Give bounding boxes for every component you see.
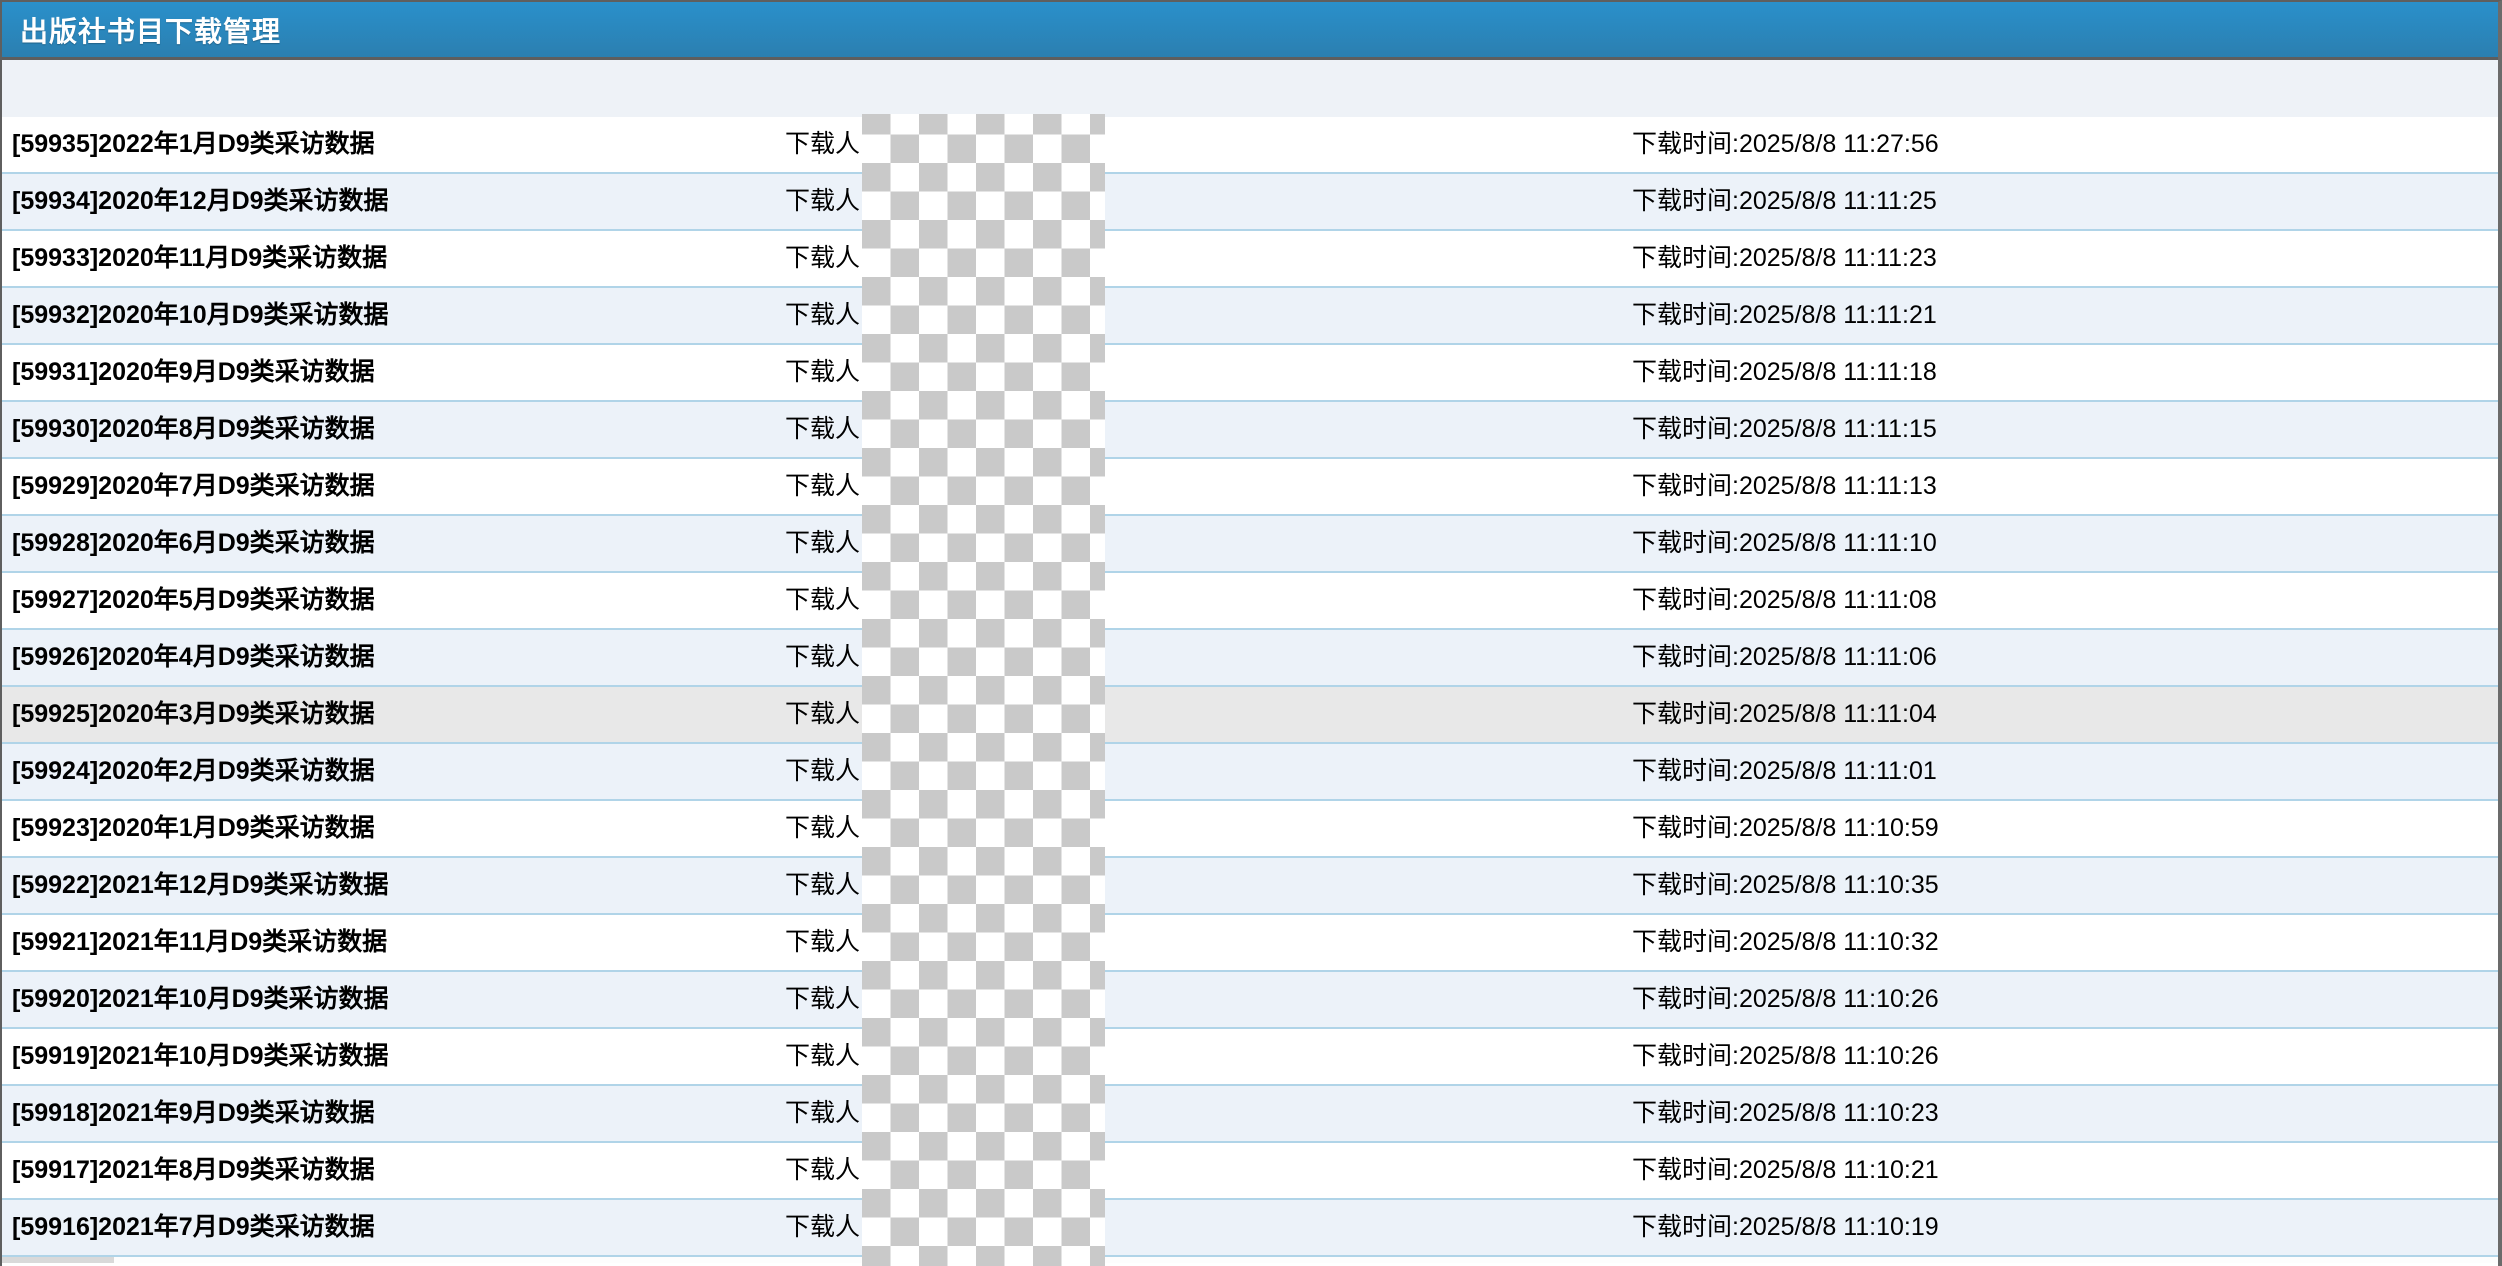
download-row[interactable]: [59924]2020年2月D9类采访数据 下载人: 下载时间:2025/8/8…	[2, 744, 2498, 801]
row-title: [59934]2020年12月D9类采访数据	[12, 187, 389, 215]
download-row[interactable]: [59935]2022年1月D9类采访数据 下载人: 下载时间:2025/8/8…	[2, 117, 2498, 174]
download-row[interactable]: [59929]2020年7月D9类采访数据 下载人: 下载时间:2025/8/8…	[2, 459, 2498, 516]
downloader-label: 下载人:	[785, 586, 867, 614]
downloader-label: 下载人:	[785, 1099, 867, 1127]
download-time: 下载时间:2025/8/8 11:11:21	[1632, 301, 1937, 329]
toolbar-empty-strip	[2, 60, 2498, 117]
page-title: 出版社书目下载管理	[20, 15, 282, 47]
row-title: [59918]2021年9月D9类采访数据	[12, 1099, 375, 1127]
downloader-label: 下载人:	[785, 244, 867, 272]
row-title: [59923]2020年1月D9类采访数据	[12, 814, 375, 842]
downloader-label: 下载人:	[785, 1213, 867, 1241]
download-row[interactable]: [59933]2020年11月D9类采访数据 下载人: 下载时间:2025/8/…	[2, 231, 2498, 288]
downloader-label: 下载人:	[785, 814, 867, 842]
download-time: 下载时间:2025/8/8 11:27:56	[1632, 130, 1939, 158]
downloader-label: 下载人:	[785, 529, 867, 557]
row-title: [59925]2020年3月D9类采访数据	[12, 700, 375, 728]
downloader-label: 下载人:	[785, 643, 867, 671]
download-time: 下载时间:2025/8/8 11:10:32	[1632, 928, 1939, 956]
download-row[interactable]: [59927]2020年5月D9类采访数据 下载人: 下载时间:2025/8/8…	[2, 573, 2498, 630]
download-row[interactable]: [59922]2021年12月D9类采访数据 下载人: 下载时间:2025/8/…	[2, 858, 2498, 915]
download-time: 下载时间:2025/8/8 11:11:23	[1632, 244, 1937, 272]
publisher-download-manager-window: 出版社书目下载管理 [59935]2022年1月D9类采访数据 下载人: 下载时…	[0, 0, 2502, 1266]
download-time: 下载时间:2025/8/8 11:11:15	[1632, 415, 1937, 443]
row-title: [59926]2020年4月D9类采访数据	[12, 643, 375, 671]
download-row[interactable]: [59916]2021年7月D9类采访数据 下载人: 下载时间:2025/8/8…	[2, 1200, 2498, 1257]
downloader-label: 下载人:	[785, 358, 867, 386]
row-title: [59928]2020年6月D9类采访数据	[12, 529, 375, 557]
row-title: [59935]2022年1月D9类采访数据	[12, 130, 375, 158]
redacted-downloader-names-overlay	[862, 114, 1105, 1266]
download-row[interactable]: [59920]2021年10月D9类采访数据 下载人: 下载时间:2025/8/…	[2, 972, 2498, 1029]
row-title: [59916]2021年7月D9类采访数据	[12, 1213, 375, 1241]
row-title: [59921]2021年11月D9类采访数据	[12, 928, 388, 956]
row-title: [59924]2020年2月D9类采访数据	[12, 757, 375, 785]
download-row[interactable]: [59934]2020年12月D9类采访数据 下载人: 下载时间:2025/8/…	[2, 174, 2498, 231]
downloader-label: 下载人:	[785, 415, 867, 443]
download-time: 下载时间:2025/8/8 11:10:59	[1632, 814, 1939, 842]
row-title: [59930]2020年8月D9类采访数据	[12, 415, 375, 443]
row-title: [59931]2020年9月D9类采访数据	[12, 358, 375, 386]
download-time: 下载时间:2025/8/8 11:11:10	[1632, 529, 1937, 557]
row-title: [59933]2020年11月D9类采访数据	[12, 244, 388, 272]
downloader-label: 下载人:	[785, 1156, 867, 1184]
download-time: 下载时间:2025/8/8 11:11:13	[1632, 472, 1937, 500]
download-row[interactable]: [59921]2021年11月D9类采访数据 下载人: 下载时间:2025/8/…	[2, 915, 2498, 972]
download-time: 下载时间:2025/8/8 11:11:08	[1632, 586, 1937, 614]
download-time: 下载时间:2025/8/8 11:11:25	[1632, 187, 1937, 215]
downloader-label: 下载人:	[785, 928, 867, 956]
download-time: 下载时间:2025/8/8 11:10:26	[1632, 985, 1939, 1013]
download-row[interactable]: [59925]2020年3月D9类采访数据 下载人: 下载时间:2025/8/8…	[2, 687, 2498, 744]
download-time: 下载时间:2025/8/8 11:10:26	[1632, 1042, 1939, 1070]
download-time: 下载时间:2025/8/8 11:11:04	[1632, 700, 1937, 728]
row-title: [59919]2021年10月D9类采访数据	[12, 1042, 389, 1070]
download-time: 下载时间:2025/8/8 11:10:23	[1632, 1099, 1939, 1127]
downloader-label: 下载人:	[785, 187, 867, 215]
downloader-label: 下载人:	[785, 1042, 867, 1070]
downloader-label: 下载人:	[785, 472, 867, 500]
download-row[interactable]: [59926]2020年4月D9类采访数据 下载人: 下载时间:2025/8/8…	[2, 630, 2498, 687]
downloader-label: 下载人:	[785, 130, 867, 158]
download-row[interactable]: [59932]2020年10月D9类采访数据 下载人: 下载时间:2025/8/…	[2, 288, 2498, 345]
partial-next-row	[2, 1257, 2498, 1263]
download-time: 下载时间:2025/8/8 11:11:01	[1632, 757, 1937, 785]
download-row[interactable]: [59928]2020年6月D9类采访数据 下载人: 下载时间:2025/8/8…	[2, 516, 2498, 573]
download-time: 下载时间:2025/8/8 11:10:35	[1632, 871, 1939, 899]
row-title: [59929]2020年7月D9类采访数据	[12, 472, 375, 500]
download-row[interactable]: [59923]2020年1月D9类采访数据 下载人: 下载时间:2025/8/8…	[2, 801, 2498, 858]
download-row[interactable]: [59917]2021年8月D9类采访数据 下载人: 下载时间:2025/8/8…	[2, 1143, 2498, 1200]
download-time: 下载时间:2025/8/8 11:11:18	[1632, 358, 1937, 386]
title-bar: 出版社书目下载管理	[2, 2, 2498, 60]
downloader-label: 下载人:	[785, 871, 867, 899]
download-row[interactable]: [59919]2021年10月D9类采访数据 下载人: 下载时间:2025/8/…	[2, 1029, 2498, 1086]
downloader-label: 下载人:	[785, 301, 867, 329]
download-row[interactable]: [59918]2021年9月D9类采访数据 下载人: 下载时间:2025/8/8…	[2, 1086, 2498, 1143]
downloader-label: 下载人:	[785, 757, 867, 785]
row-title: [59917]2021年8月D9类采访数据	[12, 1156, 375, 1184]
row-title: [59927]2020年5月D9类采访数据	[12, 586, 375, 614]
downloader-label: 下载人:	[785, 700, 867, 728]
row-title: [59932]2020年10月D9类采访数据	[12, 301, 389, 329]
download-row[interactable]: [59930]2020年8月D9类采访数据 下载人: 下载时间:2025/8/8…	[2, 402, 2498, 459]
download-time: 下载时间:2025/8/8 11:11:06	[1632, 643, 1937, 671]
download-time: 下载时间:2025/8/8 11:10:19	[1632, 1213, 1939, 1241]
downloader-label: 下载人:	[785, 985, 867, 1013]
row-title: [59922]2021年12月D9类采访数据	[12, 871, 389, 899]
partial-next-row-block	[2, 1257, 114, 1263]
download-list: [59935]2022年1月D9类采访数据 下载人: 下载时间:2025/8/8…	[2, 117, 2498, 1257]
download-row[interactable]: [59931]2020年9月D9类采访数据 下载人: 下载时间:2025/8/8…	[2, 345, 2498, 402]
row-title: [59920]2021年10月D9类采访数据	[12, 985, 389, 1013]
download-time: 下载时间:2025/8/8 11:10:21	[1632, 1156, 1939, 1184]
